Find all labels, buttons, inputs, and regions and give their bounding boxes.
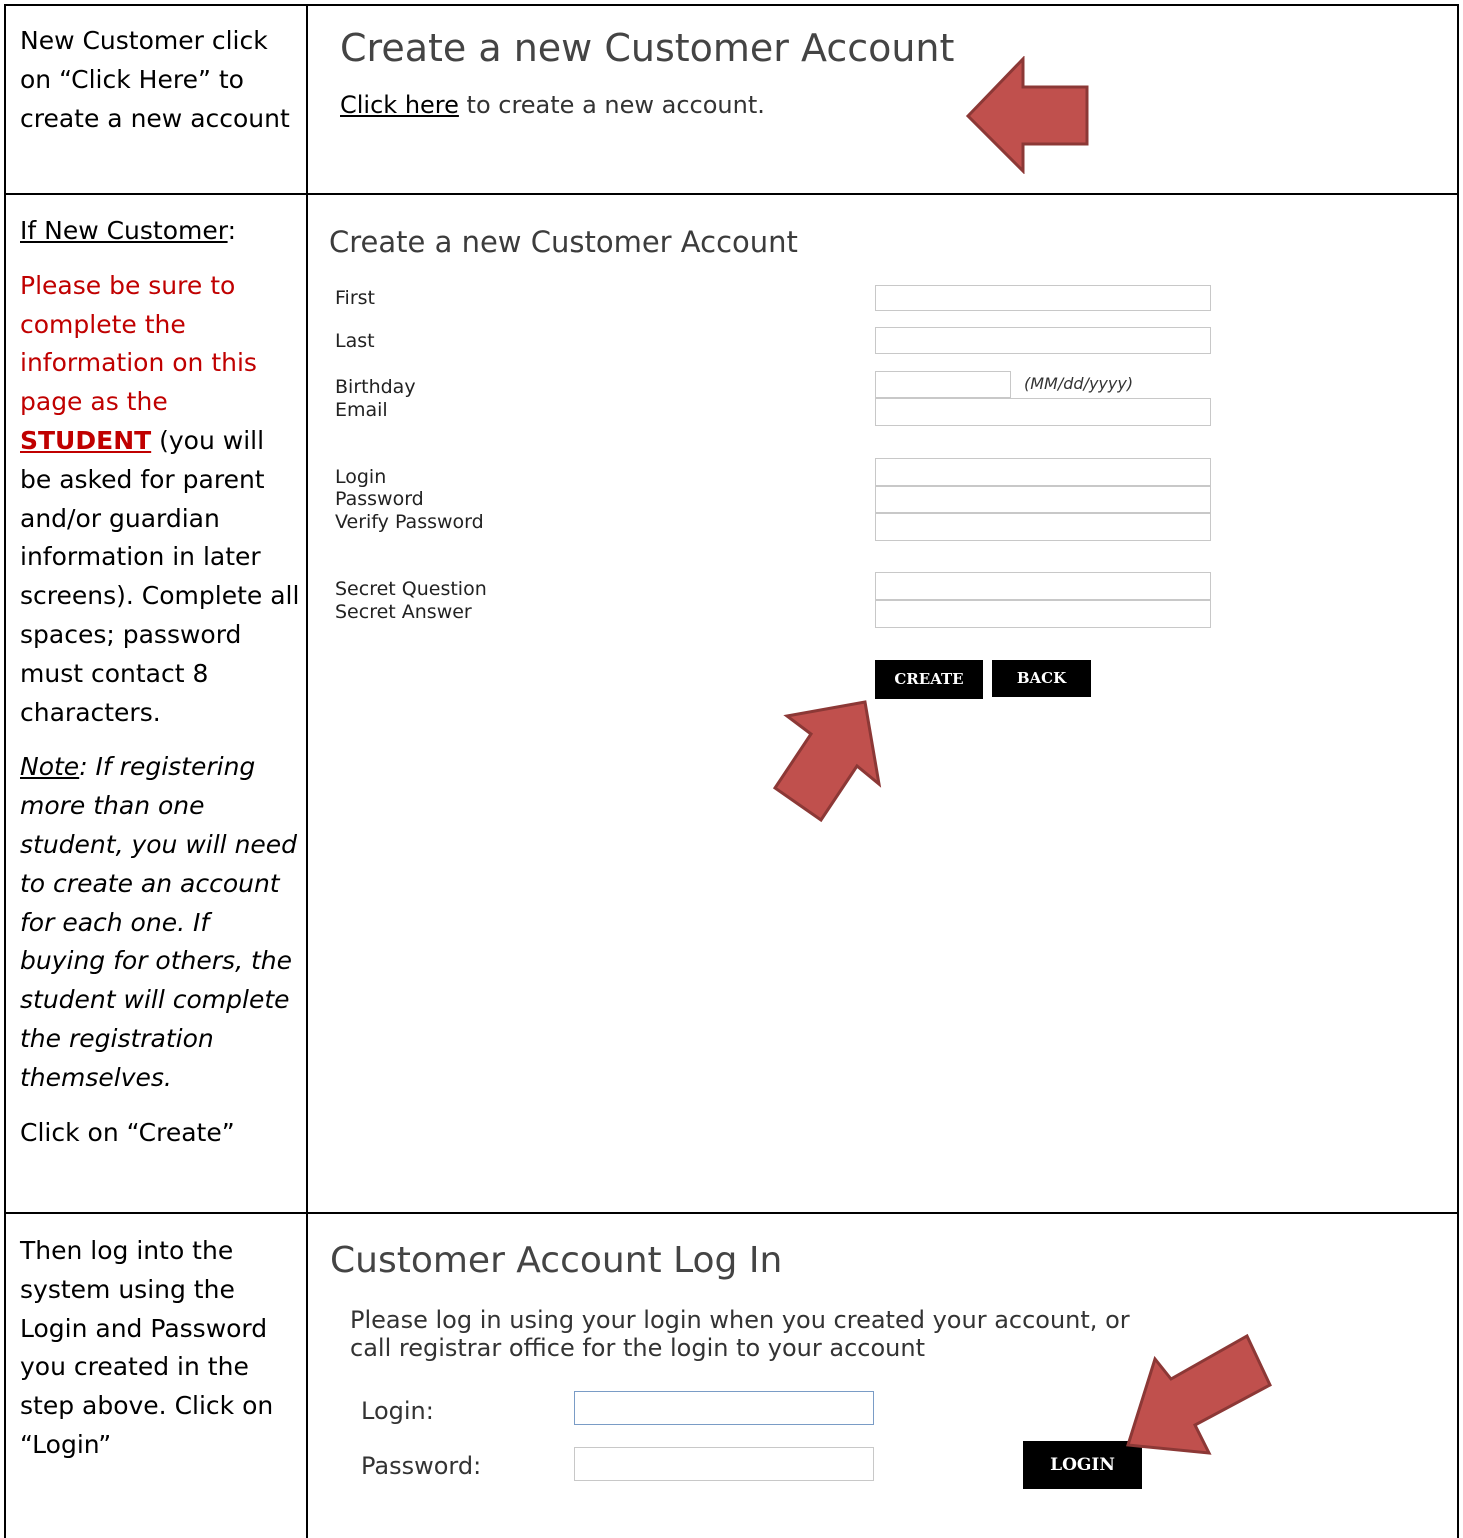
password-field-label: Password: (361, 1452, 482, 1480)
password-input[interactable] (875, 486, 1211, 513)
verify-password-input[interactable] (875, 513, 1211, 541)
create-button[interactable]: CREATE (875, 660, 983, 699)
down-left-arrow-icon (1126, 1333, 1272, 1455)
password-label: Password (335, 488, 424, 510)
login-label: Login (335, 466, 387, 488)
table-top-border (4, 4, 1459, 6)
login-field-label: Login: (361, 1397, 434, 1425)
birthday-format-hint: (MM/dd/yyyy) (1024, 374, 1134, 393)
login-message: Please log in using your login when you … (350, 1306, 1130, 1362)
note-label: Note (20, 752, 80, 782)
birthday-input[interactable] (875, 371, 1011, 398)
student-word: STUDENT (20, 425, 152, 455)
secret-answer-label: Secret Answer (335, 601, 472, 623)
row2-after-student: (you will be asked for parent and/or gua… (20, 425, 300, 727)
row-divider-1 (4, 193, 1459, 195)
row1-title: Create a new Customer Account (340, 26, 955, 70)
birthday-label: Birthday (335, 376, 416, 398)
row2-final: Click on “Create” (20, 1117, 235, 1147)
note-text: : If registering more than one student, … (20, 752, 298, 1092)
email-label: Email (335, 399, 388, 421)
back-button[interactable]: BACK (992, 660, 1091, 697)
click-here-suffix: to create a new account. (458, 91, 765, 119)
login-field-input[interactable] (574, 1391, 874, 1425)
row1-instruction-text: New Customer click on “Click Here” to cr… (20, 26, 290, 133)
row2-instruction: If New Customer: Please be sure to compl… (20, 212, 300, 1152)
row3-instruction: Then log into the system using the Login… (20, 1232, 300, 1465)
row2-red-text: Please be sure to complete the informati… (20, 270, 257, 417)
row2-heading-line: If New Customer: (20, 212, 300, 251)
first-label: First (335, 287, 375, 309)
row2-note: Note: If registering more than one stude… (20, 748, 300, 1097)
login-input[interactable] (875, 458, 1211, 486)
row-divider-2 (4, 1212, 1459, 1214)
row3-instruction-text: Then log into the system using the Login… (20, 1236, 274, 1459)
up-right-arrow-icon (773, 700, 882, 823)
secret-question-label: Secret Question (335, 578, 487, 600)
first-input[interactable] (875, 285, 1211, 311)
password-field-input[interactable] (574, 1447, 874, 1481)
row1-instruction: New Customer click on “Click Here” to cr… (20, 22, 300, 138)
login-message-line2: call registrar office for the login to y… (350, 1334, 926, 1362)
table-left-border (4, 4, 6, 1538)
column-divider (306, 4, 308, 1538)
table-right-border (1457, 4, 1459, 1538)
row1-link-line: Click here to create a new account. (340, 91, 765, 119)
row2-heading-colon: : (227, 216, 237, 245)
row2-heading: If New Customer (20, 216, 228, 245)
verify-password-label: Verify Password (335, 511, 484, 533)
row2-body: Please be sure to complete the informati… (20, 267, 300, 733)
login-message-line1: Please log in using your login when you … (350, 1306, 1130, 1334)
left-arrow-icon (965, 56, 1089, 174)
secret-question-input[interactable] (875, 572, 1211, 600)
secret-answer-input[interactable] (875, 600, 1211, 628)
click-here-link[interactable]: Click here (340, 91, 459, 119)
email-input[interactable] (875, 398, 1211, 426)
create-account-form-title: Create a new Customer Account (329, 225, 798, 259)
last-label: Last (335, 330, 375, 352)
login-title: Customer Account Log In (330, 1240, 783, 1281)
last-input[interactable] (875, 327, 1211, 354)
